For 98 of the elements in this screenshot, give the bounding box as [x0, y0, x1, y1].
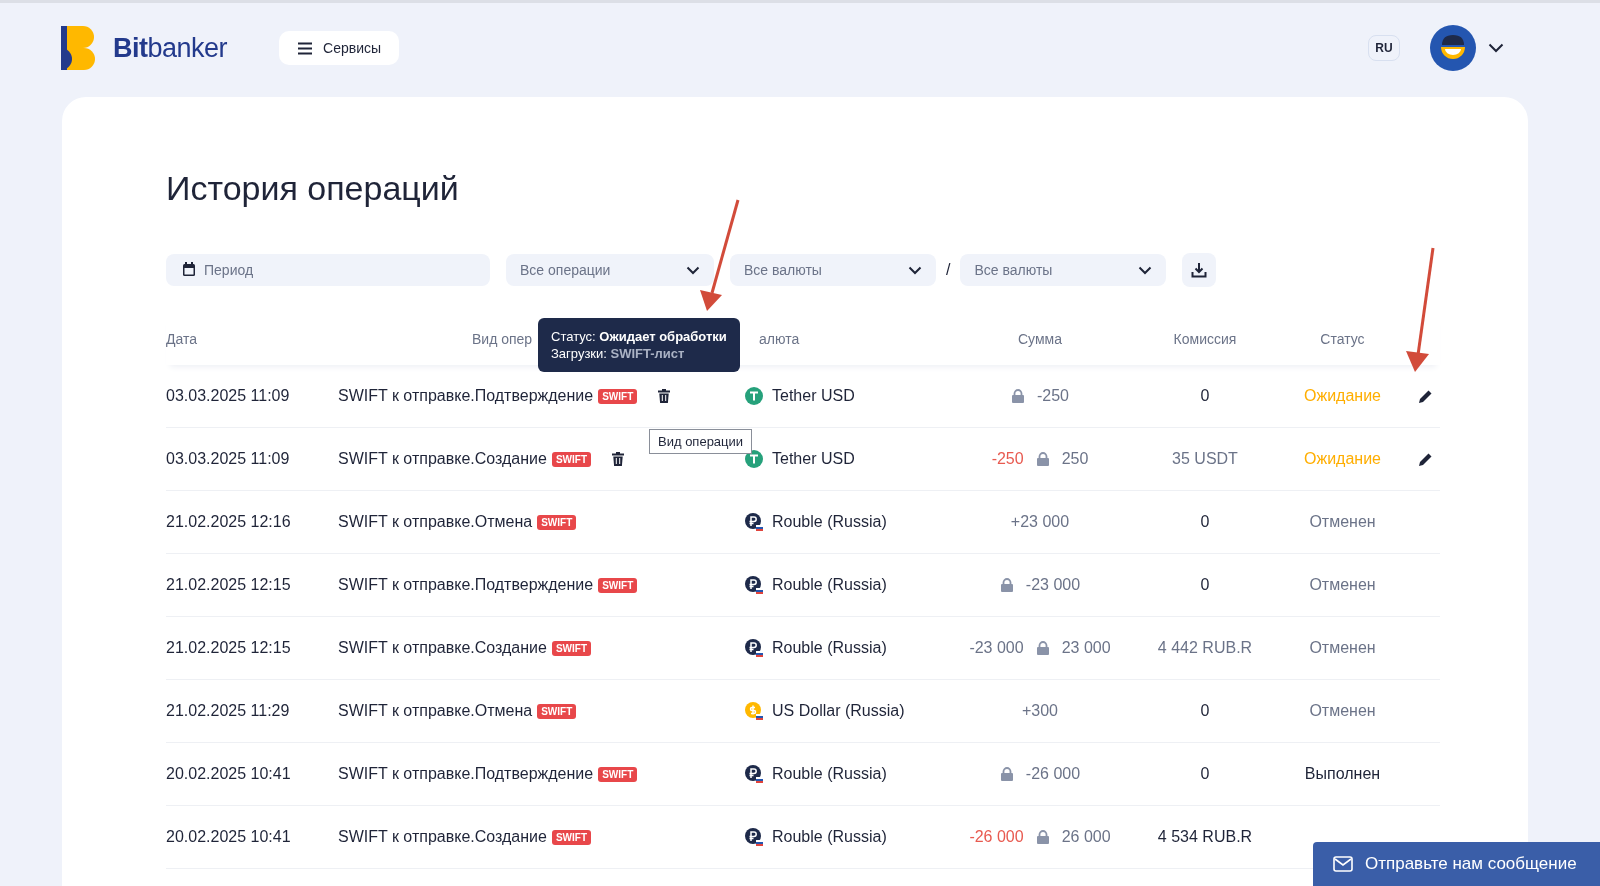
status-label: Ожидание [1304, 450, 1381, 467]
column-header: Вид опер [472, 331, 533, 347]
date-cell-text: 20.02.2025 10:41 [166, 828, 292, 846]
chevron-down-icon [686, 265, 700, 275]
amount-value: -250 [1037, 387, 1069, 405]
column-header: алюта [759, 331, 800, 347]
status-label: Отменен [1309, 639, 1376, 656]
currency-name: Rouble (Russia) [772, 513, 887, 531]
trash-icon[interactable] [658, 389, 671, 403]
column-header: Сумма [1018, 331, 1062, 347]
swift-badge: SWIFT [537, 514, 577, 530]
date-cell-text: 20.02.2025 10:41 [166, 765, 292, 783]
status-label: Отменен [1309, 513, 1376, 530]
amount-value: -26 000 [1025, 765, 1081, 783]
tooltip: Вид операции [649, 429, 753, 454]
filter-dropdown[interactable]: Все операции [506, 254, 714, 286]
amount-value: +23 000 [1010, 513, 1070, 531]
currency-name: Rouble (Russia) [772, 639, 887, 657]
fee-cell-text: 0 [1199, 576, 1211, 594]
column-header: Дата [166, 331, 197, 347]
filter-dropdown[interactable]: Все валюты [960, 254, 1167, 286]
swift-badge: SWIFT [537, 703, 577, 719]
operation-type: SWIFT к отправке.Создание [338, 450, 547, 468]
menu-icon [297, 41, 314, 55]
amount-value: 26 000 [1061, 828, 1111, 846]
trash-icon[interactable] [612, 452, 624, 466]
chat-widget-button[interactable]: Отправьте нам сообщение [1313, 842, 1600, 886]
fee-cell-text: 35 USDT [1171, 450, 1239, 468]
swift-badge: SWIFT [598, 388, 638, 404]
operation-type: SWIFT к отправке.Подтверждение [338, 765, 594, 783]
date-cell-text: 21.02.2025 12:15 [166, 576, 292, 594]
date-cell-text: 21.02.2025 12:16 [166, 513, 292, 531]
lock-icon [999, 578, 1014, 592]
filter-dropdown[interactable]: Все валюты [730, 254, 936, 286]
currency-name: Rouble (Russia) [772, 765, 887, 783]
lock-icon [999, 767, 1014, 781]
edit-icon[interactable] [1417, 451, 1433, 467]
operation-type: SWIFT к отправке.Отмена [338, 513, 533, 531]
fee-cell-text: 0 [1199, 387, 1211, 405]
amount-value: +300 [1021, 702, 1058, 720]
tooltip-line: Статус: Ожидает обработки [551, 329, 727, 344]
amount-value: 250 [1061, 450, 1089, 468]
lock-icon [1035, 641, 1050, 655]
download-button[interactable] [1182, 253, 1217, 287]
lock-icon [1011, 389, 1025, 403]
chevron-down-icon [908, 265, 922, 275]
date-cell-text: 21.02.2025 12:15 [166, 639, 292, 657]
swift-badge: SWIFT [551, 640, 591, 656]
fee-cell-text: 4 534 RUB.R [1156, 828, 1254, 846]
amount-value: -26 000 [969, 828, 1024, 846]
chevron-down-icon [1138, 265, 1153, 275]
operation-type: SWIFT к отправке.Отмена [338, 702, 533, 720]
swift-badge: SWIFT [551, 829, 591, 845]
currency-name: Tether USD [772, 450, 855, 468]
date-cell-text: 03.03.2025 11:09 [166, 387, 291, 405]
operation-type: SWIFT к отправке.Подтверждение [338, 576, 594, 594]
currency-name: Tether USD [772, 387, 855, 405]
swift-badge: SWIFT [598, 577, 638, 593]
column-header: Статус [1320, 331, 1365, 347]
status-label: Отменен [1309, 702, 1376, 719]
swift-badge: SWIFT [551, 451, 591, 467]
lock-icon [1035, 452, 1050, 466]
separator-slash: / [946, 261, 951, 279]
edit-icon[interactable] [1417, 388, 1433, 404]
lock-icon [1035, 830, 1050, 844]
amount-value: -250 [991, 450, 1024, 468]
operation-type: SWIFT к отправке.Создание [338, 828, 547, 846]
logo-icon [61, 26, 95, 70]
amount-value: -23 000 [969, 639, 1024, 657]
fee-cell-text: 0 [1199, 513, 1211, 531]
fee-cell-text: 0 [1199, 765, 1211, 783]
operation-type: SWIFT к отправке.Создание [338, 639, 547, 657]
language-button[interactable]: RU [1368, 35, 1400, 61]
calendar-icon [182, 262, 196, 277]
operation-type: SWIFT к отправке.Подтверждение [338, 387, 594, 405]
tooltip-line: Загрузки: SWIFT-лист [551, 346, 685, 361]
avatar-icon[interactable] [1430, 25, 1476, 71]
period-field[interactable]: Период [166, 254, 490, 286]
logo-wordmark[interactable]: Bitbanker [113, 32, 228, 64]
amount-value: 23 000 [1061, 639, 1111, 657]
mail-icon [1333, 856, 1353, 872]
amount-value: -23 000 [1025, 576, 1081, 594]
status-label: Выполнен [1304, 765, 1381, 782]
chevron-down-icon[interactable] [1488, 43, 1504, 53]
page-title: История операций [166, 169, 460, 209]
services-button[interactable]: Сервисы [279, 31, 400, 65]
currency-name: Rouble (Russia) [772, 828, 887, 846]
date-cell-text: 03.03.2025 11:09 [166, 450, 291, 468]
status-label: Отменен [1309, 576, 1376, 593]
status-label: Ожидание [1304, 387, 1381, 404]
fee-cell-text: 4 442 RUB.R [1156, 639, 1254, 657]
swift-badge: SWIFT [598, 766, 638, 782]
fee-cell-text: 0 [1199, 702, 1211, 720]
download-icon [1191, 262, 1208, 278]
date-cell-text: 21.02.2025 11:29 [166, 702, 291, 720]
currency-name: US Dollar (Russia) [772, 702, 905, 720]
column-header: Комиссия [1173, 331, 1237, 347]
currency-name: Rouble (Russia) [772, 576, 887, 594]
